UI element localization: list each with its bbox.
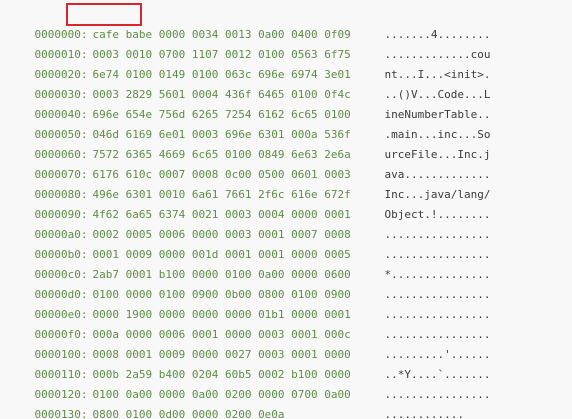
row-ascii: ............ (384, 408, 464, 419)
hex-dump-view: 0000000: cafe babe 0000 0034 0013 0a00 04… (0, 0, 572, 419)
hex-row: 00000e0: 0000 1900 0000 0000 0000 01b1 00… (8, 285, 491, 321)
hex-row: 0000130: 0800 0100 0d00 0000 0200 0e0a...… (8, 385, 464, 419)
hex-row: 0000110: 000b 2a59 b400 0204 60b5 0002 b1… (8, 345, 491, 381)
hex-row: 0000070: 6176 610c 0007 0008 0c00 0500 06… (8, 145, 491, 181)
hex-row: 00000c0: 2ab7 0001 b100 0000 0100 0a00 00… (8, 245, 491, 281)
hex-row: 0000080: 496e 6301 0010 6a61 7661 2f6c 61… (8, 165, 491, 201)
hex-row: 0000120: 0100 0a00 0000 0a00 0200 0000 07… (8, 365, 491, 401)
hex-row: 0000090: 4f62 6a65 6374 0021 0003 0004 00… (8, 185, 491, 221)
hex-row: 00000b0: 0001 0009 0000 001d 0001 0001 00… (8, 225, 491, 261)
hex-row: 0000010: 0003 0010 0700 1107 0012 0100 05… (8, 25, 491, 61)
hex-row: 0000060: 7572 6365 4669 6c65 0100 0849 6e… (8, 125, 491, 161)
hex-row: 0000040: 696e 654e 756d 6265 7254 6162 6c… (8, 85, 491, 121)
row-address: 0000130: (34, 408, 88, 419)
hex-row: 0000050: 046d 6169 6e01 0003 696e 6301 00… (8, 105, 491, 141)
hex-row: 0000020: 6e74 0100 0149 0100 063c 696e 69… (8, 45, 491, 81)
row-hex: 0800 0100 0d00 0000 0200 0e0a (92, 408, 285, 419)
hex-row: 0000030: 0003 2829 5601 0004 436f 6465 01… (8, 65, 491, 101)
hex-row: 00000f0: 000a 0000 0006 0001 0000 0003 00… (8, 305, 491, 341)
hex-row: 0000100: 0008 0001 0009 0000 0027 0003 00… (8, 325, 491, 361)
hex-row: 0000000: cafe babe 0000 0034 0013 0a00 04… (8, 5, 491, 41)
hex-row: 00000d0: 0100 0000 0100 0900 0b00 0800 01… (8, 265, 491, 301)
hex-row: 00000a0: 0002 0005 0006 0000 0003 0001 00… (8, 205, 491, 241)
